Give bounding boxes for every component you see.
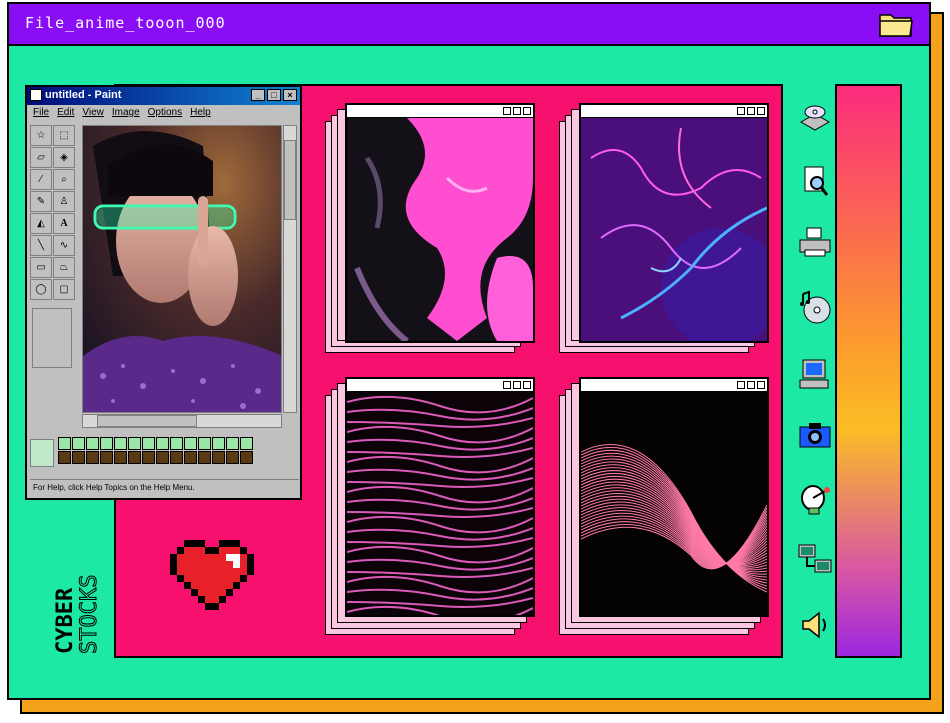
cd-drive-icon[interactable] [797,100,833,136]
menu-view[interactable]: View [82,107,104,121]
palette-swatch[interactable] [58,437,71,450]
close-button[interactable]: × [283,89,297,101]
status-bar-text: For Help, click Help Topics on the Help … [30,479,299,496]
menu-file[interactable]: File [33,107,49,121]
palette-swatch[interactable] [226,451,239,464]
gradient-sidebar [835,84,902,658]
eraser-tool-icon[interactable]: ▱ [30,147,52,168]
polygon-tool-icon[interactable]: ⏢ [53,257,75,278]
menu-options[interactable]: Options [148,107,182,121]
palette-swatch[interactable] [100,451,113,464]
title-bar[interactable]: File_anime_tooon_000 [9,4,929,46]
current-color-swatch[interactable] [30,439,54,467]
maximize-button[interactable]: □ [267,89,281,101]
curve-tool-icon[interactable]: ∿ [53,235,75,256]
palette-swatch[interactable] [212,451,225,464]
magnifier-tool-icon[interactable]: ⌕ [53,169,75,190]
paint-app-icon [30,89,42,101]
palette-swatch[interactable] [86,451,99,464]
palette-swatch[interactable] [198,437,211,450]
palette-swatch[interactable] [156,437,169,450]
network-icon[interactable] [797,542,833,578]
palette-swatch[interactable] [72,437,85,450]
palette-swatch[interactable] [170,437,183,450]
palette-swatch[interactable] [184,437,197,450]
brand-cyber: CYBER [53,587,78,654]
speaker-icon[interactable] [797,607,833,643]
liquid-art-image [347,118,533,341]
palette-swatch[interactable] [240,437,253,450]
vertical-scrollbar[interactable] [283,125,297,413]
palette-swatch[interactable] [240,451,253,464]
window-title: File_anime_tooon_000 [25,14,226,32]
palette-swatch[interactable] [128,437,141,450]
palette-swatch[interactable] [114,451,127,464]
computer-icon[interactable] [797,356,833,392]
printer-icon[interactable] [797,224,833,260]
menu-image[interactable]: Image [112,107,140,121]
palette-swatch[interactable] [128,451,141,464]
brand-stocks: STOCKS [77,575,102,654]
electric-art-image [581,118,767,341]
folder-icon[interactable] [879,11,913,37]
brush-tool-icon[interactable]: ♙ [53,191,75,212]
ribbon-lines-art-image [581,392,767,615]
search-document-icon[interactable] [797,163,833,199]
palette-swatch[interactable] [72,451,85,464]
palette-swatch[interactable] [212,437,225,450]
fill-tool-icon[interactable]: ◈ [53,147,75,168]
palette-swatch[interactable] [86,437,99,450]
paint-menu-bar: File Edit View Image Options Help [27,105,300,121]
wave-lines-art-image [347,392,533,615]
satellite-dish-icon[interactable] [797,480,833,516]
paint-toolbox: ☆ ⬚ ▱ ◈ ⁄ ⌕ ✎ ♙ ◭ A ╲ ∿ ▭ ⏢ ◯ ▢ [30,125,78,385]
tool-options-box[interactable] [32,308,72,368]
palette-swatch[interactable] [100,437,113,450]
music-cd-icon[interactable] [797,290,833,326]
paint-window[interactable]: untitled - Paint _ □ × File Edit View Im… [25,85,302,500]
ellipse-tool-icon[interactable]: ◯ [30,279,52,300]
palette-swatch[interactable] [142,451,155,464]
free-select-tool-icon[interactable]: ☆ [30,125,52,146]
palette-swatch[interactable] [226,437,239,450]
select-tool-icon[interactable]: ⬚ [53,125,75,146]
palette-swatch[interactable] [114,437,127,450]
airbrush-tool-icon[interactable]: ◭ [30,213,52,234]
camera-icon[interactable] [797,417,833,453]
rounded-rect-tool-icon[interactable]: ▢ [53,279,75,300]
pixel-heart-icon [170,540,254,610]
pencil-tool-icon[interactable]: ✎ [30,191,52,212]
line-tool-icon[interactable]: ╲ [30,235,52,256]
paint-title-bar[interactable]: untitled - Paint _ □ × [27,87,300,105]
palette-swatch[interactable] [142,437,155,450]
palette-swatch[interactable] [156,451,169,464]
color-palette [30,437,300,469]
text-tool-icon[interactable]: A [53,213,75,234]
cyber-stocks-logo: CYBER STOCKS [53,574,102,654]
menu-help[interactable]: Help [190,107,211,121]
horizontal-scrollbar[interactable] [82,414,282,428]
palette-swatch[interactable] [58,451,71,464]
rectangle-tool-icon[interactable]: ▭ [30,257,52,278]
paint-canvas-image[interactable] [82,125,282,413]
palette-swatch[interactable] [170,451,183,464]
menu-edit[interactable]: Edit [57,107,74,121]
palette-swatch[interactable] [198,451,211,464]
minimize-button[interactable]: _ [251,89,265,101]
palette-swatch[interactable] [184,451,197,464]
color-picker-tool-icon[interactable]: ⁄ [30,169,52,190]
paint-title: untitled - Paint [45,89,122,101]
